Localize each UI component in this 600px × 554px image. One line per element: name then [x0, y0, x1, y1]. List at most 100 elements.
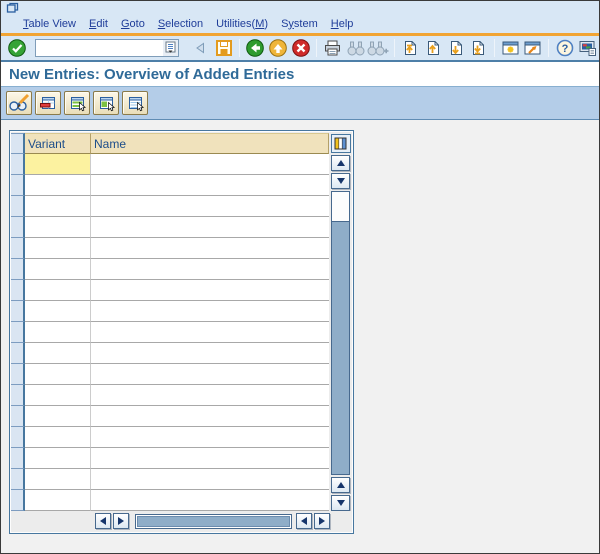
- variant-cell[interactable]: [25, 364, 91, 385]
- collapse-command-button[interactable]: [189, 37, 212, 59]
- vertical-scroll-track[interactable]: [331, 191, 350, 475]
- name-cell[interactable]: [91, 322, 329, 343]
- first-page-button[interactable]: [399, 37, 422, 59]
- command-input[interactable]: [35, 41, 164, 55]
- menu-selection[interactable]: Selection: [158, 18, 203, 30]
- name-cell[interactable]: [91, 448, 329, 469]
- row-select-cell[interactable]: [11, 406, 25, 427]
- horizontal-scroll-thumb[interactable]: [137, 515, 290, 527]
- name-cell[interactable]: [91, 343, 329, 364]
- application-toolbar: [1, 87, 599, 120]
- variant-cell[interactable]: [25, 406, 91, 427]
- last-page-button[interactable]: [467, 37, 490, 59]
- name-cell[interactable]: [91, 301, 329, 322]
- enter-button[interactable]: [6, 37, 29, 59]
- name-cell[interactable]: [91, 280, 329, 301]
- variant-cell[interactable]: [25, 175, 91, 196]
- scroll-left-end-button[interactable]: [296, 513, 312, 529]
- row-select-cell[interactable]: [11, 322, 25, 343]
- back-button[interactable]: [244, 37, 267, 59]
- menu-help[interactable]: Help: [331, 18, 354, 30]
- variant-cell[interactable]: [25, 427, 91, 448]
- scroll-right-button[interactable]: [113, 513, 129, 529]
- new-session-button[interactable]: [499, 37, 522, 59]
- previous-page-button[interactable]: [421, 37, 444, 59]
- save-button[interactable]: [212, 37, 235, 59]
- row-select-cell[interactable]: [11, 448, 25, 469]
- row-select-cell[interactable]: [11, 196, 25, 217]
- help-button[interactable]: ?: [553, 37, 576, 59]
- cancel-button[interactable]: [290, 37, 313, 59]
- delete-row-button[interactable]: [35, 91, 61, 115]
- row-select-cell[interactable]: [11, 301, 25, 322]
- name-cell[interactable]: [91, 427, 329, 448]
- variant-cell[interactable]: [25, 490, 91, 511]
- select-all-corner-cell[interactable]: [11, 133, 25, 154]
- scroll-up-bottom-button[interactable]: [331, 477, 350, 493]
- select-all-button[interactable]: [64, 91, 90, 115]
- name-cell[interactable]: [91, 238, 329, 259]
- table-settings-button[interactable]: [330, 134, 351, 153]
- name-cell[interactable]: [91, 175, 329, 196]
- variant-cell[interactable]: [25, 448, 91, 469]
- variant-cell[interactable]: [25, 469, 91, 490]
- menu-table-view[interactable]: Table View: [23, 18, 76, 30]
- variant-cell[interactable]: [25, 301, 91, 322]
- command-history-button[interactable]: [163, 40, 179, 56]
- name-cell[interactable]: [91, 364, 329, 385]
- select-block-button[interactable]: [93, 91, 119, 115]
- column-header-variant[interactable]: Variant: [25, 133, 91, 154]
- name-cell[interactable]: [91, 406, 329, 427]
- column-header-name[interactable]: Name: [91, 133, 329, 154]
- scroll-left-button[interactable]: [95, 513, 111, 529]
- print-button[interactable]: [321, 37, 344, 59]
- menu-goto[interactable]: Goto: [121, 18, 145, 30]
- row-select-cell[interactable]: [11, 154, 25, 175]
- exit-button[interactable]: [267, 37, 290, 59]
- menu-edit[interactable]: Edit: [89, 18, 108, 30]
- find-button[interactable]: [344, 37, 367, 59]
- row-select-cell[interactable]: [11, 427, 25, 448]
- scroll-down-button[interactable]: [331, 173, 350, 189]
- variant-cell[interactable]: [25, 343, 91, 364]
- row-select-cell[interactable]: [11, 343, 25, 364]
- variant-cell[interactable]: [25, 280, 91, 301]
- variant-cell[interactable]: [25, 322, 91, 343]
- name-cell[interactable]: [91, 154, 329, 175]
- name-cell[interactable]: [91, 217, 329, 238]
- variant-cell[interactable]: [25, 154, 91, 175]
- row-select-cell[interactable]: [11, 238, 25, 259]
- menu-system[interactable]: System: [281, 18, 318, 30]
- variant-cell[interactable]: [25, 238, 91, 259]
- name-cell[interactable]: [91, 490, 329, 511]
- variant-cell[interactable]: [25, 196, 91, 217]
- next-page-button[interactable]: [444, 37, 467, 59]
- name-cell[interactable]: [91, 196, 329, 217]
- row-select-cell[interactable]: [11, 364, 25, 385]
- name-cell[interactable]: [91, 385, 329, 406]
- toolbar-separator: [493, 39, 495, 57]
- row-select-cell[interactable]: [11, 469, 25, 490]
- scroll-right-end-button[interactable]: [314, 513, 330, 529]
- scroll-down-bottom-button[interactable]: [331, 495, 350, 511]
- change-display-button[interactable]: [6, 91, 32, 115]
- row-select-cell[interactable]: [11, 217, 25, 238]
- row-select-cell[interactable]: [11, 490, 25, 511]
- deselect-all-button[interactable]: [122, 91, 148, 115]
- variant-cell[interactable]: [25, 259, 91, 280]
- row-select-cell[interactable]: [11, 259, 25, 280]
- scroll-up-button[interactable]: [331, 155, 350, 171]
- create-shortcut-button[interactable]: [522, 37, 545, 59]
- horizontal-scroll-track[interactable]: [135, 513, 292, 529]
- find-next-button[interactable]: [367, 37, 390, 59]
- variant-cell[interactable]: [25, 385, 91, 406]
- variant-cell[interactable]: [25, 217, 91, 238]
- vertical-scroll-thumb[interactable]: [332, 192, 349, 222]
- name-cell[interactable]: [91, 469, 329, 490]
- row-select-cell[interactable]: [11, 175, 25, 196]
- customize-layout-button[interactable]: [576, 37, 599, 59]
- row-select-cell[interactable]: [11, 280, 25, 301]
- menu-utilities[interactable]: Utilities(M): [216, 18, 268, 30]
- row-select-cell[interactable]: [11, 385, 25, 406]
- name-cell[interactable]: [91, 259, 329, 280]
